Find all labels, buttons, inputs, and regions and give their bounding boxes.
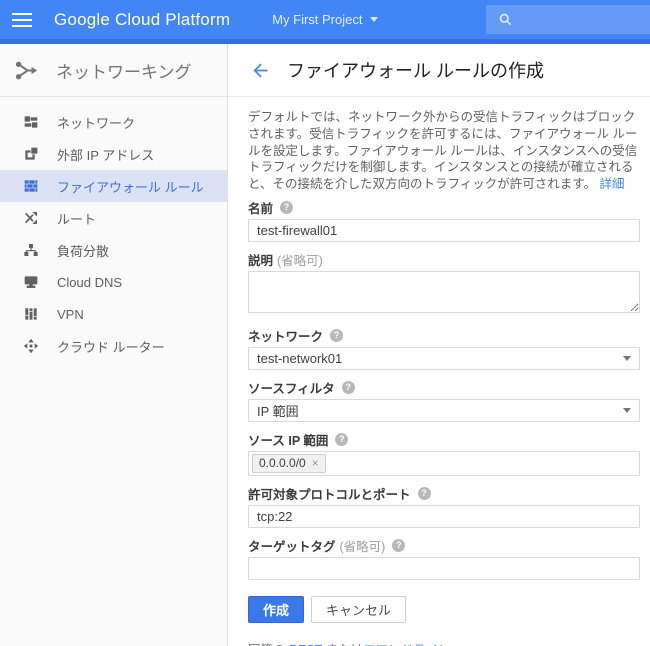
routes-icon bbox=[22, 210, 39, 227]
sidebar-item-label: クラウド ルーター bbox=[57, 337, 165, 356]
form-body: デフォルトでは、ネットワーク外からの受信トラフィックはブロックされます。受信トラ… bbox=[228, 97, 650, 646]
chevron-down-icon bbox=[623, 408, 631, 413]
target-tags-label: ターゲットタグ bbox=[248, 536, 336, 555]
networks-icon bbox=[22, 114, 39, 131]
gcp-console: Google Cloud Platform My First Project ネ… bbox=[0, 0, 650, 646]
brand-logo[interactable]: Google Cloud Platform bbox=[54, 10, 230, 30]
chip-value: 0.0.0.0/0 bbox=[259, 456, 306, 470]
optional-hint: (省略可) bbox=[340, 536, 386, 555]
cloud-dns-icon bbox=[22, 274, 39, 291]
sidebar-title: ネットワーキング bbox=[56, 58, 192, 83]
external-ip-icon bbox=[22, 146, 39, 163]
page-description: デフォルトでは、ネットワーク外からの受信トラフィックはブロックされます。受信トラ… bbox=[248, 109, 644, 193]
page-header: ファイアウォール ルールの作成 bbox=[228, 44, 650, 97]
network-select[interactable]: test-network01 bbox=[248, 347, 640, 370]
network-label: ネットワーク bbox=[248, 326, 323, 345]
field-name: 名前 ? bbox=[248, 200, 640, 242]
sidebar: ネットワーキング ネットワーク 外部 IP アドレス bbox=[0, 44, 228, 646]
hamburger-menu-icon[interactable] bbox=[0, 0, 44, 39]
field-protocols-ports: 許可対象プロトコルとポート ? bbox=[248, 486, 640, 528]
chevron-down-icon bbox=[623, 356, 631, 361]
networking-icon bbox=[13, 57, 40, 84]
description-label: 説明 bbox=[248, 250, 273, 269]
search-input[interactable] bbox=[521, 12, 631, 27]
help-icon[interactable]: ? bbox=[280, 201, 293, 214]
field-source-filter: ソースフィルタ ? IP 範囲 bbox=[248, 380, 640, 422]
chip-remove-icon[interactable]: × bbox=[312, 456, 319, 470]
cancel-button[interactable]: キャンセル bbox=[311, 596, 406, 623]
name-input[interactable] bbox=[248, 219, 640, 242]
network-select-value: test-network01 bbox=[257, 351, 342, 366]
protocols-input[interactable] bbox=[248, 505, 640, 528]
project-name: My First Project bbox=[272, 12, 362, 27]
create-button[interactable]: 作成 bbox=[248, 596, 304, 623]
ip-range-chip: 0.0.0.0/0 × bbox=[252, 454, 326, 473]
details-link[interactable]: 詳細 bbox=[600, 177, 625, 191]
field-source-ip-range: ソース IP 範囲 ? 0.0.0.0/0 × bbox=[248, 432, 640, 476]
field-network: ネットワーク ? test-network01 bbox=[248, 328, 640, 370]
source-filter-value: IP 範囲 bbox=[257, 401, 299, 420]
sidebar-item-label: 外部 IP アドレス bbox=[57, 145, 154, 164]
sidebar-item-cloud-dns[interactable]: Cloud DNS bbox=[0, 266, 227, 298]
target-tags-input[interactable] bbox=[248, 557, 640, 580]
sidebar-item-networks[interactable]: ネットワーク bbox=[0, 106, 227, 138]
firewall-icon bbox=[22, 178, 39, 195]
equivalent-links: 同等の REST またはコマンドライン bbox=[248, 639, 640, 646]
chevron-down-icon bbox=[370, 17, 378, 22]
description-textarea[interactable] bbox=[248, 271, 640, 313]
sidebar-header: ネットワーキング bbox=[0, 44, 227, 97]
source-filter-label: ソースフィルタ bbox=[248, 378, 335, 397]
sidebar-item-external-ip[interactable]: 外部 IP アドレス bbox=[0, 138, 227, 170]
source-ip-label: ソース IP 範囲 bbox=[248, 430, 328, 449]
sidebar-item-cloud-router[interactable]: クラウド ルーター bbox=[0, 330, 227, 362]
project-selector[interactable]: My First Project bbox=[272, 12, 378, 27]
main-panel: ファイアウォール ルールの作成 デフォルトでは、ネットワーク外からの受信トラフィ… bbox=[228, 44, 650, 646]
load-balancing-icon bbox=[22, 242, 39, 259]
help-icon[interactable]: ? bbox=[335, 433, 348, 446]
source-filter-select[interactable]: IP 範囲 bbox=[248, 399, 640, 422]
source-ip-input[interactable]: 0.0.0.0/0 × bbox=[248, 451, 640, 476]
sidebar-item-label: 負荷分散 bbox=[57, 241, 109, 260]
sidebar-item-label: VPN bbox=[57, 307, 84, 322]
sidebar-item-firewall-rules[interactable]: ファイアウォール ルール bbox=[0, 170, 227, 202]
vpn-icon bbox=[22, 306, 39, 323]
help-icon[interactable]: ? bbox=[418, 487, 431, 500]
field-target-tags: ターゲットタグ (省略可) ? bbox=[248, 538, 640, 580]
sidebar-item-load-balancing[interactable]: 負荷分散 bbox=[0, 234, 227, 266]
field-description: 説明 (省略可) bbox=[248, 252, 640, 318]
sidebar-nav: ネットワーク 外部 IP アドレス ファイアウォール ルール bbox=[0, 97, 227, 362]
sidebar-item-label: ルート bbox=[57, 209, 96, 228]
sidebar-item-vpn[interactable]: VPN bbox=[0, 298, 227, 330]
button-row: 作成 キャンセル bbox=[248, 596, 640, 623]
optional-hint: (省略可) bbox=[277, 250, 323, 269]
protocols-label: 許可対象プロトコルとポート bbox=[248, 484, 411, 503]
sidebar-item-label: Cloud DNS bbox=[57, 275, 122, 290]
top-bar: Google Cloud Platform My First Project bbox=[0, 0, 650, 39]
page-title: ファイアウォール ルールの作成 bbox=[287, 57, 544, 83]
back-arrow-icon[interactable] bbox=[248, 58, 272, 82]
help-icon[interactable]: ? bbox=[342, 381, 355, 394]
cloud-router-icon bbox=[22, 338, 39, 355]
search-icon bbox=[498, 12, 513, 27]
help-icon[interactable]: ? bbox=[392, 539, 405, 552]
sidebar-item-label: ファイアウォール ルール bbox=[57, 177, 204, 196]
sidebar-item-label: ネットワーク bbox=[57, 113, 135, 132]
sidebar-item-routes[interactable]: ルート bbox=[0, 202, 227, 234]
name-label: 名前 bbox=[248, 198, 273, 217]
search-box[interactable] bbox=[486, 5, 650, 34]
help-icon[interactable]: ? bbox=[330, 329, 343, 342]
